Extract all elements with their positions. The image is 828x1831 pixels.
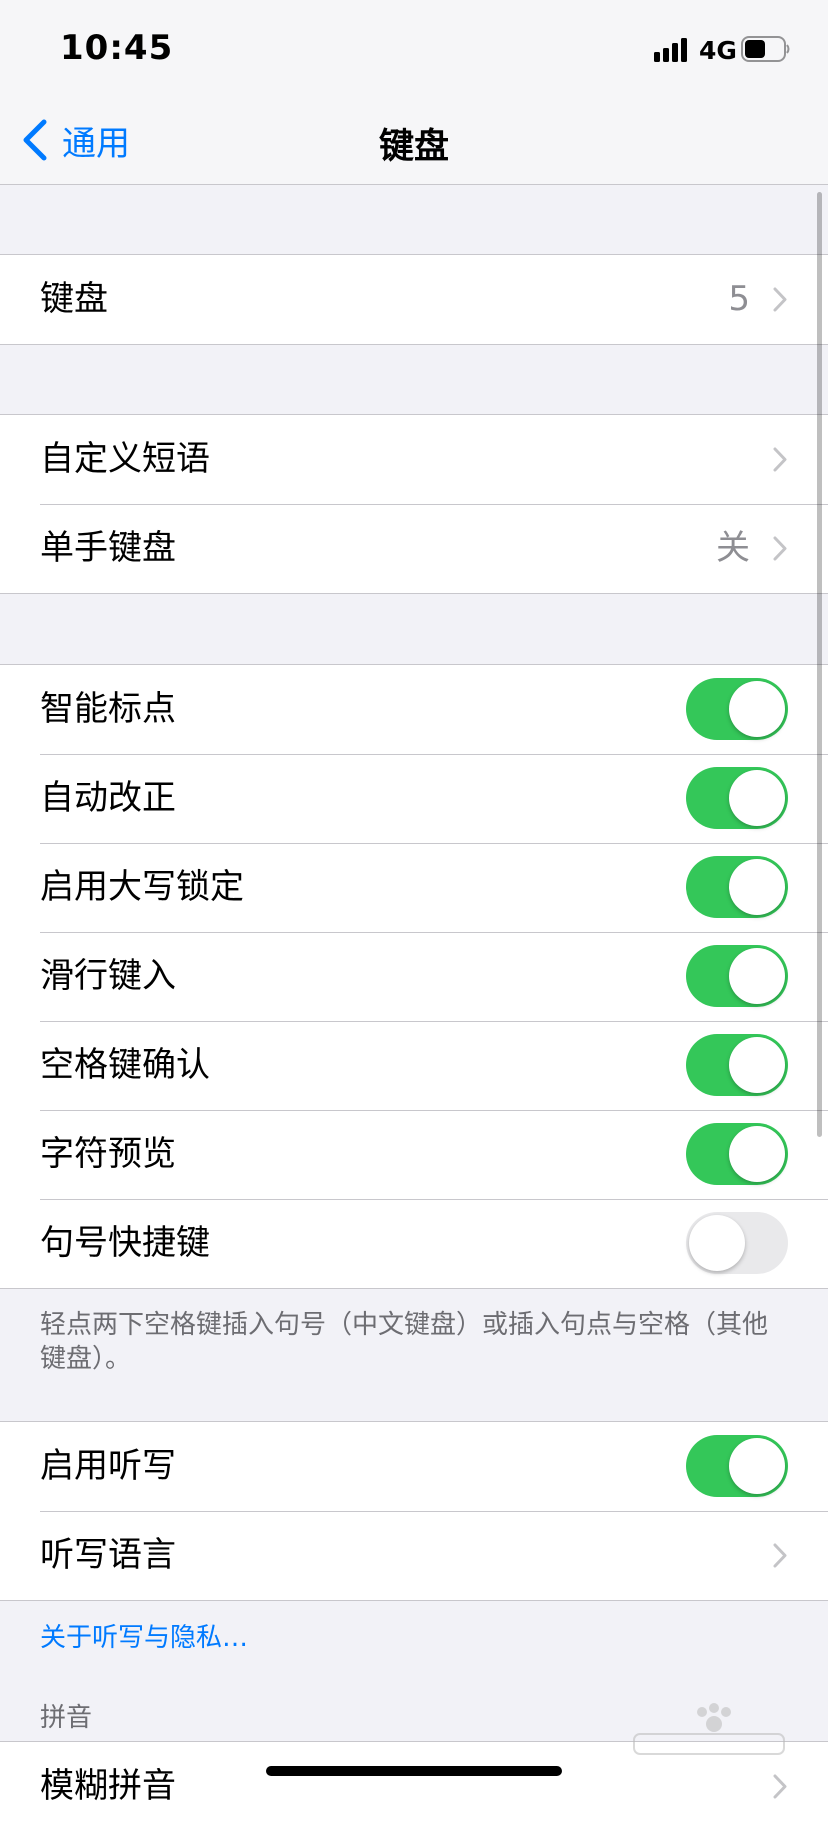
auto-correction-toggle[interactable] <box>686 767 788 829</box>
keyboards-label: 键盘 <box>40 279 108 319</box>
keyboard-toggles-group: 智能标点 自动改正 启用大写锁定 滑行键入 空格键确认 字符预览 句号快捷键 <box>0 664 828 1289</box>
home-indicator[interactable] <box>266 1766 562 1776</box>
caps-lock-label: 启用大写锁定 <box>40 867 244 907</box>
status-time: 10:45 <box>60 28 174 68</box>
toggle-knob <box>729 1438 785 1494</box>
smart-punctuation-label: 智能标点 <box>40 689 176 729</box>
auto-correction-row: 自动改正 <box>0 754 828 843</box>
chevron-right-icon <box>773 1543 787 1568</box>
slide-to-type-label: 滑行键入 <box>40 956 176 996</box>
signal-icon <box>654 38 687 62</box>
slide-to-type-row: 滑行键入 <box>0 932 828 1021</box>
slide-to-type-toggle[interactable] <box>686 945 788 1007</box>
one-handed-keyboard-label: 单手键盘 <box>40 528 176 568</box>
period-shortcut-label: 句号快捷键 <box>40 1223 210 1263</box>
auto-correction-label: 自动改正 <box>40 778 176 818</box>
toggle-knob <box>729 770 785 826</box>
toggle-knob <box>729 1126 785 1182</box>
chevron-right-icon <box>773 447 787 472</box>
keyboards-count: 5 <box>728 279 750 319</box>
period-shortcut-toggle[interactable] <box>686 1212 788 1274</box>
enable-dictation-row: 启用听写 <box>0 1422 828 1511</box>
vertical-scrollbar[interactable] <box>817 192 822 1137</box>
text-replacement-label: 自定义短语 <box>40 439 210 479</box>
character-preview-row: 字符预览 <box>0 1110 828 1199</box>
network-type-label: 4G <box>699 36 737 65</box>
chevron-right-icon <box>773 287 787 312</box>
smart-punctuation-row: 智能标点 <box>0 665 828 754</box>
toggle-knob <box>729 1037 785 1093</box>
fuzzy-pinyin-label: 模糊拼音 <box>40 1766 176 1806</box>
chevron-right-icon <box>773 1774 787 1799</box>
one-handed-keyboard-value: 关 <box>716 528 750 568</box>
character-preview-label: 字符预览 <box>40 1134 176 1174</box>
dictation-languages-label: 听写语言 <box>40 1535 176 1575</box>
caps-lock-toggle[interactable] <box>686 856 788 918</box>
enable-dictation-label: 启用听写 <box>40 1446 176 1486</box>
keyboards-row[interactable]: 键盘 5 <box>0 255 828 344</box>
period-shortcut-footer-note: 轻点两下空格键插入句号（中文键盘）或插入句点与空格（其他键盘）。 <box>40 1310 769 1374</box>
text-options-group: 自定义短语 单手键盘 关 <box>0 414 828 594</box>
dictation-privacy-link[interactable]: 关于听写与隐私… <box>40 1617 248 1654</box>
space-confirm-toggle[interactable] <box>686 1034 788 1096</box>
battery-icon <box>741 36 790 62</box>
period-shortcut-row: 句号快捷键 <box>0 1199 828 1288</box>
space-confirm-row: 空格键确认 <box>0 1021 828 1110</box>
enable-dictation-toggle[interactable] <box>686 1435 788 1497</box>
chevron-right-icon <box>773 536 787 561</box>
keyboards-group: 键盘 5 <box>0 254 828 345</box>
space-confirm-label: 空格键确认 <box>40 1045 210 1085</box>
toggle-knob <box>729 859 785 915</box>
toggle-knob <box>729 948 785 1004</box>
toggle-knob <box>729 681 785 737</box>
one-handed-keyboard-row[interactable]: 单手键盘 关 <box>0 504 828 593</box>
dictation-languages-row[interactable]: 听写语言 <box>0 1511 828 1600</box>
page-title: 键盘 <box>378 127 449 167</box>
pinyin-section-header: 拼音 <box>40 1703 93 1733</box>
dictation-group: 启用听写 听写语言 <box>0 1421 828 1601</box>
caps-lock-row: 启用大写锁定 <box>0 843 828 932</box>
status-bar: 10:45 4G <box>0 0 828 96</box>
text-replacement-row[interactable]: 自定义短语 <box>0 415 828 504</box>
smart-punctuation-toggle[interactable] <box>686 678 788 740</box>
baidu-watermark-logo <box>633 1703 785 1755</box>
toggle-knob <box>689 1215 745 1271</box>
character-preview-toggle[interactable] <box>686 1123 788 1185</box>
navigation-bar: 通用 键盘 <box>0 96 828 185</box>
